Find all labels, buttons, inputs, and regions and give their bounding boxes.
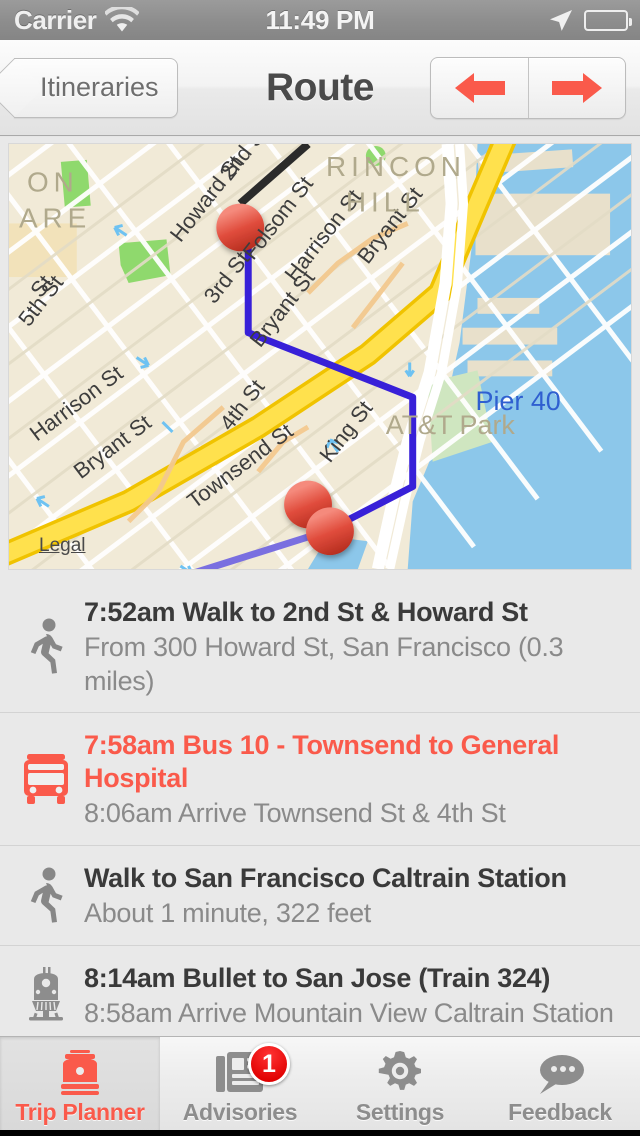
step-title: 7:58am Bus 10 - Townsend to General Hosp…: [84, 730, 560, 794]
status-bar-center: 11:49 PM: [0, 5, 640, 36]
previous-leg-button[interactable]: [431, 58, 528, 118]
home-indicator-bar: [0, 1130, 640, 1136]
status-bar-right: [548, 7, 632, 33]
gear-icon: [378, 1050, 421, 1090]
step-title: 7:52am Walk to 2nd St & Howard St: [84, 597, 528, 627]
tab-settings[interactable]: Settings: [320, 1037, 480, 1136]
walk-icon: [30, 867, 63, 924]
bus-icon: [24, 754, 68, 805]
map-area-label: ON: [27, 167, 79, 198]
tab-feedback[interactable]: Feedback: [480, 1037, 640, 1136]
chat-bubble-icon: [540, 1054, 584, 1094]
train-front-icon: [61, 1049, 99, 1095]
map-view[interactable]: Howard St Folsom St Harrison St 3rd St B…: [8, 143, 632, 570]
tab-trip-planner[interactable]: Trip Planner: [0, 1037, 160, 1136]
map-canvas: Howard St Folsom St Harrison St 3rd St B…: [9, 144, 631, 569]
tab-label: Settings: [355, 1098, 445, 1125]
status-bar: Carrier 11:49 PM: [0, 0, 640, 40]
row-icon-slot: [8, 727, 84, 831]
tab-label: Trip Planner: [15, 1098, 145, 1125]
tab-icon-slot: [375, 1048, 425, 1096]
step-subtitle: From 300 Howard St, San Francisco (0.3 m…: [84, 631, 564, 696]
next-leg-button[interactable]: [528, 57, 625, 118]
row-text: 8:14am Bullet to San Jose (Train 324) 8:…: [84, 960, 626, 1031]
tab-advisories[interactable]: Advisories 1: [160, 1037, 320, 1136]
map-area-label: ARE: [19, 202, 91, 233]
next-arrow-icon: [552, 72, 602, 103]
map-legal-link[interactable]: Legal: [39, 535, 86, 557]
step-title: Walk to San Francisco Caltrain Station: [84, 863, 567, 894]
tab-bar: Trip Planner Advisories 1 Settings Feedb…: [0, 1036, 640, 1136]
tab-icon-slot: [532, 1048, 588, 1096]
step-subtitle: 8:58am Arrive Mountain View Caltrain Sta…: [84, 997, 614, 1028]
itinerary-row-walk-2[interactable]: Walk to San Francisco Caltrain Station A…: [0, 846, 640, 946]
itinerary-list[interactable]: 7:52am Walk to 2nd St & Howard St From 3…: [0, 580, 640, 1036]
row-text: 7:52am Walk to 2nd St & Howard St From 3…: [84, 594, 626, 698]
walk-icon: [30, 618, 63, 674]
battery-icon: [584, 9, 632, 31]
map-container[interactable]: Howard St Folsom St Harrison St 3rd St B…: [0, 137, 640, 580]
navigation-bar: Itineraries Route: [0, 40, 640, 136]
itinerary-row-train[interactable]: 8:14am Bullet to San Jose (Train 324) 8:…: [0, 946, 640, 1036]
row-icon-slot: [8, 594, 84, 698]
step-subtitle: 8:06am Arrive Townsend St & 4th St: [84, 798, 506, 829]
map-area-label: RINCON: [326, 151, 466, 182]
status-badge: 1: [248, 1043, 290, 1085]
row-icon-slot: [8, 860, 84, 931]
train-icon: [29, 967, 63, 1021]
map-area-label: HILL: [346, 187, 425, 218]
prev-arrow-icon: [454, 72, 505, 103]
row-text: 7:58am Bus 10 - Townsend to General Hosp…: [84, 727, 626, 831]
step-title: 8:14am Bullet to San Jose (Train 324): [84, 962, 551, 993]
row-icon-slot: [8, 960, 84, 1031]
itinerary-row-walk-1[interactable]: 7:52am Walk to 2nd St & Howard St From 3…: [0, 580, 640, 714]
clock-label: 11:49 PM: [265, 4, 375, 35]
app-screen: Carrier 11:49 PM Itineraries Route Howar…: [0, 0, 640, 1136]
step-subtitle: About 1 minute, 322 feet: [84, 898, 372, 928]
segmented-nav-control: [430, 56, 626, 119]
tab-label: Advisories: [182, 1098, 298, 1125]
row-text: Walk to San Francisco Caltrain Station A…: [84, 860, 626, 931]
itinerary-row-bus[interactable]: 7:58am Bus 10 - Townsend to General Hosp…: [0, 713, 640, 847]
location-arrow-icon: [550, 10, 572, 31]
tab-label: Feedback: [508, 1098, 612, 1125]
map-poi-label: Pier 40: [476, 386, 561, 416]
tab-icon-slot: [52, 1048, 108, 1096]
